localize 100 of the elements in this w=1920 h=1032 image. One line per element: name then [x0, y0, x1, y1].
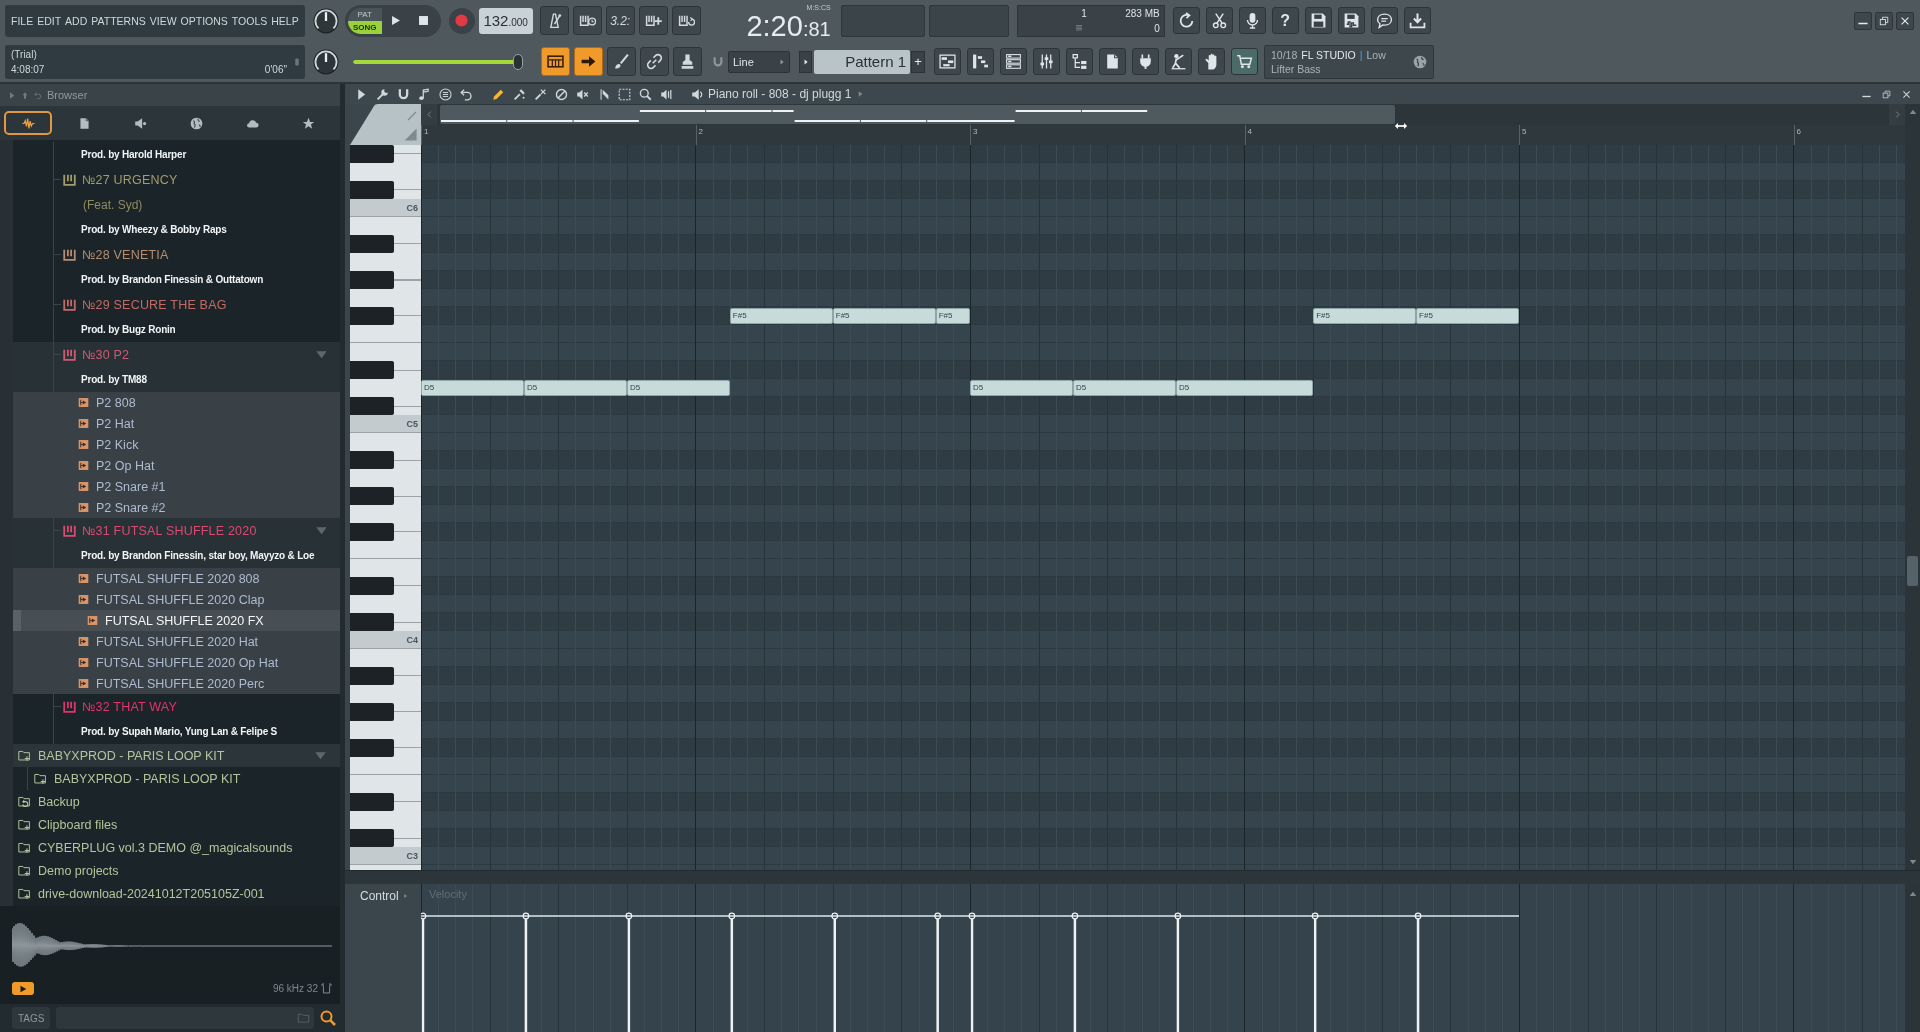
- loop-record-button[interactable]: [671, 6, 701, 35]
- note-block[interactable]: D5: [1072, 380, 1176, 396]
- search-button[interactable]: [320, 1010, 336, 1026]
- menu-item[interactable]: HELP: [271, 14, 299, 27]
- sample-item[interactable]: P2 Snare #1: [13, 476, 340, 497]
- menu-item[interactable]: OPTIONS: [180, 14, 228, 27]
- velocity-bar[interactable]: [831, 912, 839, 1032]
- note-block[interactable]: D5: [970, 380, 1073, 396]
- menu-item[interactable]: PATTERNS: [91, 14, 146, 27]
- pack-title[interactable]: №27 URGENCY: [82, 172, 178, 187]
- note-block[interactable]: D5: [523, 380, 627, 396]
- tags-button[interactable]: TAGS: [12, 1007, 51, 1029]
- close-button[interactable]: [1896, 11, 1914, 30]
- stamp-button[interactable]: [673, 47, 702, 76]
- menu-item[interactable]: ADD: [65, 14, 88, 27]
- sample-item[interactable]: P2 Op Hat: [13, 455, 340, 476]
- brush-cross-icon[interactable]: [534, 87, 547, 101]
- preview-play-button[interactable]: [12, 982, 34, 995]
- folder-item[interactable]: BABYXPROD - PARIS LOOP KIT: [28, 767, 340, 790]
- wait-for-input-button[interactable]: [572, 6, 602, 35]
- prohibited-icon[interactable]: [555, 87, 568, 101]
- menu-item[interactable]: VIEW: [149, 14, 177, 27]
- sample-item[interactable]: P2 Hat: [13, 413, 340, 434]
- browser-tab[interactable]: [4, 111, 52, 135]
- brush-button[interactable]: [607, 47, 636, 76]
- microphone-button[interactable]: [1238, 7, 1266, 34]
- note-block[interactable]: F#5: [729, 308, 833, 324]
- shop-button[interactable]: [1231, 48, 1258, 75]
- velocity-bar[interactable]: [625, 912, 633, 1032]
- sample-item[interactable]: FUTSAL SHUFFLE 2020 FX: [13, 610, 340, 631]
- folder-item[interactable]: Demo projects: [13, 859, 340, 882]
- sample-item[interactable]: FUTSAL SHUFFLE 2020 Perc: [13, 673, 340, 694]
- mixer-button[interactable]: [1033, 48, 1060, 75]
- figure-stand-button[interactable]: [1165, 48, 1192, 75]
- note-block[interactable]: D5: [1175, 380, 1314, 396]
- vertical-scrollbar[interactable]: [1905, 104, 1920, 870]
- sample-item[interactable]: P2 Kick: [13, 434, 340, 455]
- mode-toggle[interactable]: PAT: [347, 7, 382, 21]
- sample-item[interactable]: FUTSAL SHUFFLE 2020 Hat: [13, 631, 340, 652]
- piano-roll-button[interactable]: [967, 48, 994, 75]
- pitch-knob[interactable]: [312, 7, 339, 34]
- sample-item[interactable]: FUTSAL SHUFFLE 2020 Op Hat: [13, 652, 340, 673]
- metronome-button[interactable]: [539, 6, 569, 35]
- knife-icon[interactable]: [597, 87, 610, 101]
- folder-item[interactable]: CYBERPLUG vol.3 DEMO @_magicalsounds: [13, 836, 340, 859]
- typing-keyboard-button[interactable]: [541, 47, 570, 76]
- channel-rack-button[interactable]: [1000, 48, 1027, 75]
- help-button[interactable]: ?: [1271, 7, 1299, 34]
- folder-item[interactable]: BABYXPROD - PARIS LOOP KIT: [13, 744, 340, 767]
- lane-scrollbar[interactable]: [1905, 884, 1920, 1032]
- restore-button[interactable]: [1875, 11, 1893, 30]
- note-block[interactable]: F#5: [1313, 308, 1417, 324]
- step-edit-button[interactable]: [638, 6, 668, 35]
- menu-item[interactable]: EDIT: [37, 14, 62, 27]
- export-audio-button[interactable]: [1337, 7, 1365, 34]
- pack-title[interactable]: №28 VENETIA: [82, 247, 169, 262]
- folder-item[interactable]: Backup: [13, 790, 340, 813]
- note-block[interactable]: D5: [421, 380, 524, 396]
- note-block[interactable]: F#5: [1416, 308, 1519, 324]
- circular-arrow-button[interactable]: [1172, 7, 1200, 34]
- plug-button[interactable]: [1132, 48, 1159, 75]
- pattern-arrow-button[interactable]: [799, 50, 812, 73]
- speaker-bars-icon[interactable]: [660, 87, 673, 101]
- velocity-bar[interactable]: [522, 912, 530, 1032]
- velocity-bar[interactable]: [1414, 912, 1422, 1032]
- corner-tab[interactable]: [350, 104, 421, 145]
- velocity-bar[interactable]: [728, 912, 736, 1032]
- playlist-button[interactable]: [934, 48, 961, 75]
- add-pattern-button[interactable]: +: [911, 50, 925, 73]
- hand-button[interactable]: [1198, 48, 1225, 75]
- note-grid[interactable]: D5 D5 D5 F#5 F#5 F#5 D5 D5 D5 F#5 F#5: [421, 145, 1905, 870]
- minimize-button[interactable]: [1854, 11, 1872, 30]
- link-button[interactable]: [640, 47, 669, 76]
- volume-knob[interactable]: [313, 48, 339, 75]
- snap-dropdown[interactable]: Line: [728, 50, 790, 73]
- pack-title[interactable]: №32 THAT WAY: [82, 699, 177, 714]
- control-lane-label[interactable]: Control: [360, 889, 399, 903]
- magnifier-icon[interactable]: [639, 87, 652, 101]
- folder-item[interactable]: Clipboard files: [13, 813, 340, 836]
- pattern-selector[interactable]: Pattern 1: [814, 49, 910, 74]
- paint-brush-icon[interactable]: [513, 87, 526, 101]
- velocity-bar[interactable]: [1174, 912, 1182, 1032]
- note-block[interactable]: F#5: [935, 308, 970, 324]
- save-button[interactable]: [1304, 7, 1332, 34]
- note-block[interactable]: F#5: [832, 308, 936, 324]
- velocity-bar[interactable]: [421, 912, 427, 1032]
- chat-button[interactable]: [1370, 7, 1398, 34]
- pencil-icon[interactable]: [492, 87, 505, 101]
- scissors-button[interactable]: [1205, 7, 1233, 34]
- download-button[interactable]: [1403, 7, 1431, 34]
- pack-title[interactable]: №29 SECURE THE BAG: [82, 297, 227, 312]
- pack-title[interactable]: №30 P2: [82, 347, 130, 362]
- note-block[interactable]: D5: [626, 380, 730, 396]
- sample-item[interactable]: P2 Snare #2: [13, 497, 340, 518]
- slider-thumb[interactable]: [512, 53, 523, 70]
- menu-item[interactable]: TOOLS: [231, 14, 268, 27]
- menu-item[interactable]: FILE: [11, 14, 34, 27]
- speaker-cross-icon[interactable]: [576, 87, 589, 101]
- tag-search-field[interactable]: [56, 1007, 314, 1029]
- folder-tree-button[interactable]: [1066, 48, 1093, 75]
